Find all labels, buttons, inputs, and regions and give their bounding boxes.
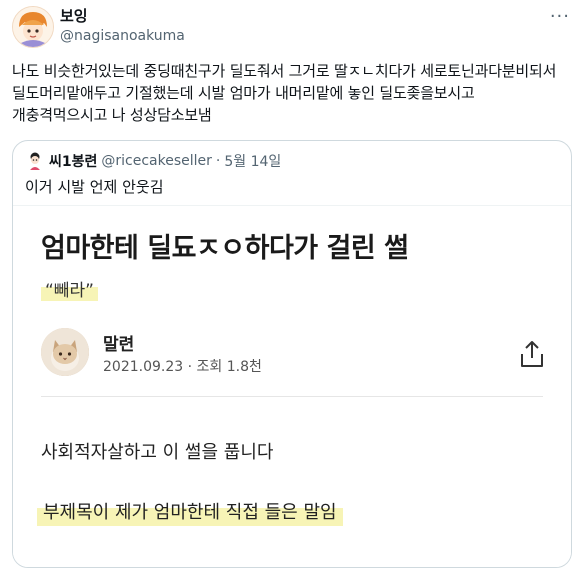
author-avatar <box>41 328 89 376</box>
article-subtitle: “빼라” <box>41 276 98 301</box>
quote-date[interactable]: 5월 14일 <box>224 151 281 171</box>
user-handle[interactable]: @nagisanoakuma <box>60 26 185 46</box>
quote-handle[interactable]: @ricecakeseller <box>101 153 212 169</box>
article-title: 엄마한테 딜됴ㅈㅇ하다가 걸린 썰 <box>41 233 409 264</box>
display-name[interactable]: 보잉 <box>60 6 185 26</box>
article-body-line-2: 부제목이 제가 엄마한테 직접 들은 말임 <box>37 496 343 526</box>
share-icon <box>519 340 545 368</box>
author-meta: 2021.09.23 · 조회 1.8천 <box>103 359 262 375</box>
quote-display-name[interactable]: 씨1봉련 <box>49 151 97 171</box>
quoted-tweet[interactable]: 씨1봉련 @ricecakeseller · 5월 14일 이거 시발 언제 안… <box>12 140 572 568</box>
more-icon[interactable]: ··· <box>550 6 570 27</box>
quote-header: 씨1봉련 @ricecakeseller · 5월 14일 <box>25 151 281 171</box>
article-body-line-1: 사회적자살하고 이 썰을 풉니다 <box>41 442 274 463</box>
avatar[interactable] <box>12 6 54 48</box>
quote-text: 이거 시발 언제 안웃김 <box>25 178 164 196</box>
quote-image[interactable]: 엄마한테 딜됴ㅈㅇ하다가 걸린 썰 “빼라” 말련 2021.09.23 · 조… <box>13 205 571 567</box>
quote-avatar[interactable] <box>25 151 45 171</box>
author-name: 말련 <box>103 335 135 355</box>
article-divider <box>41 396 543 397</box>
tweet-text: 나도 비슷한거있는데 중딩때친구가 딜도줘서 그거로 딸ㅈㄴ치다가 세로토닌과다… <box>12 62 561 124</box>
user-names: 보잉 @nagisanoakuma <box>60 6 185 46</box>
tweet-header: 보잉 @nagisanoakuma ··· <box>12 6 572 54</box>
quote-separator: · <box>215 153 221 169</box>
